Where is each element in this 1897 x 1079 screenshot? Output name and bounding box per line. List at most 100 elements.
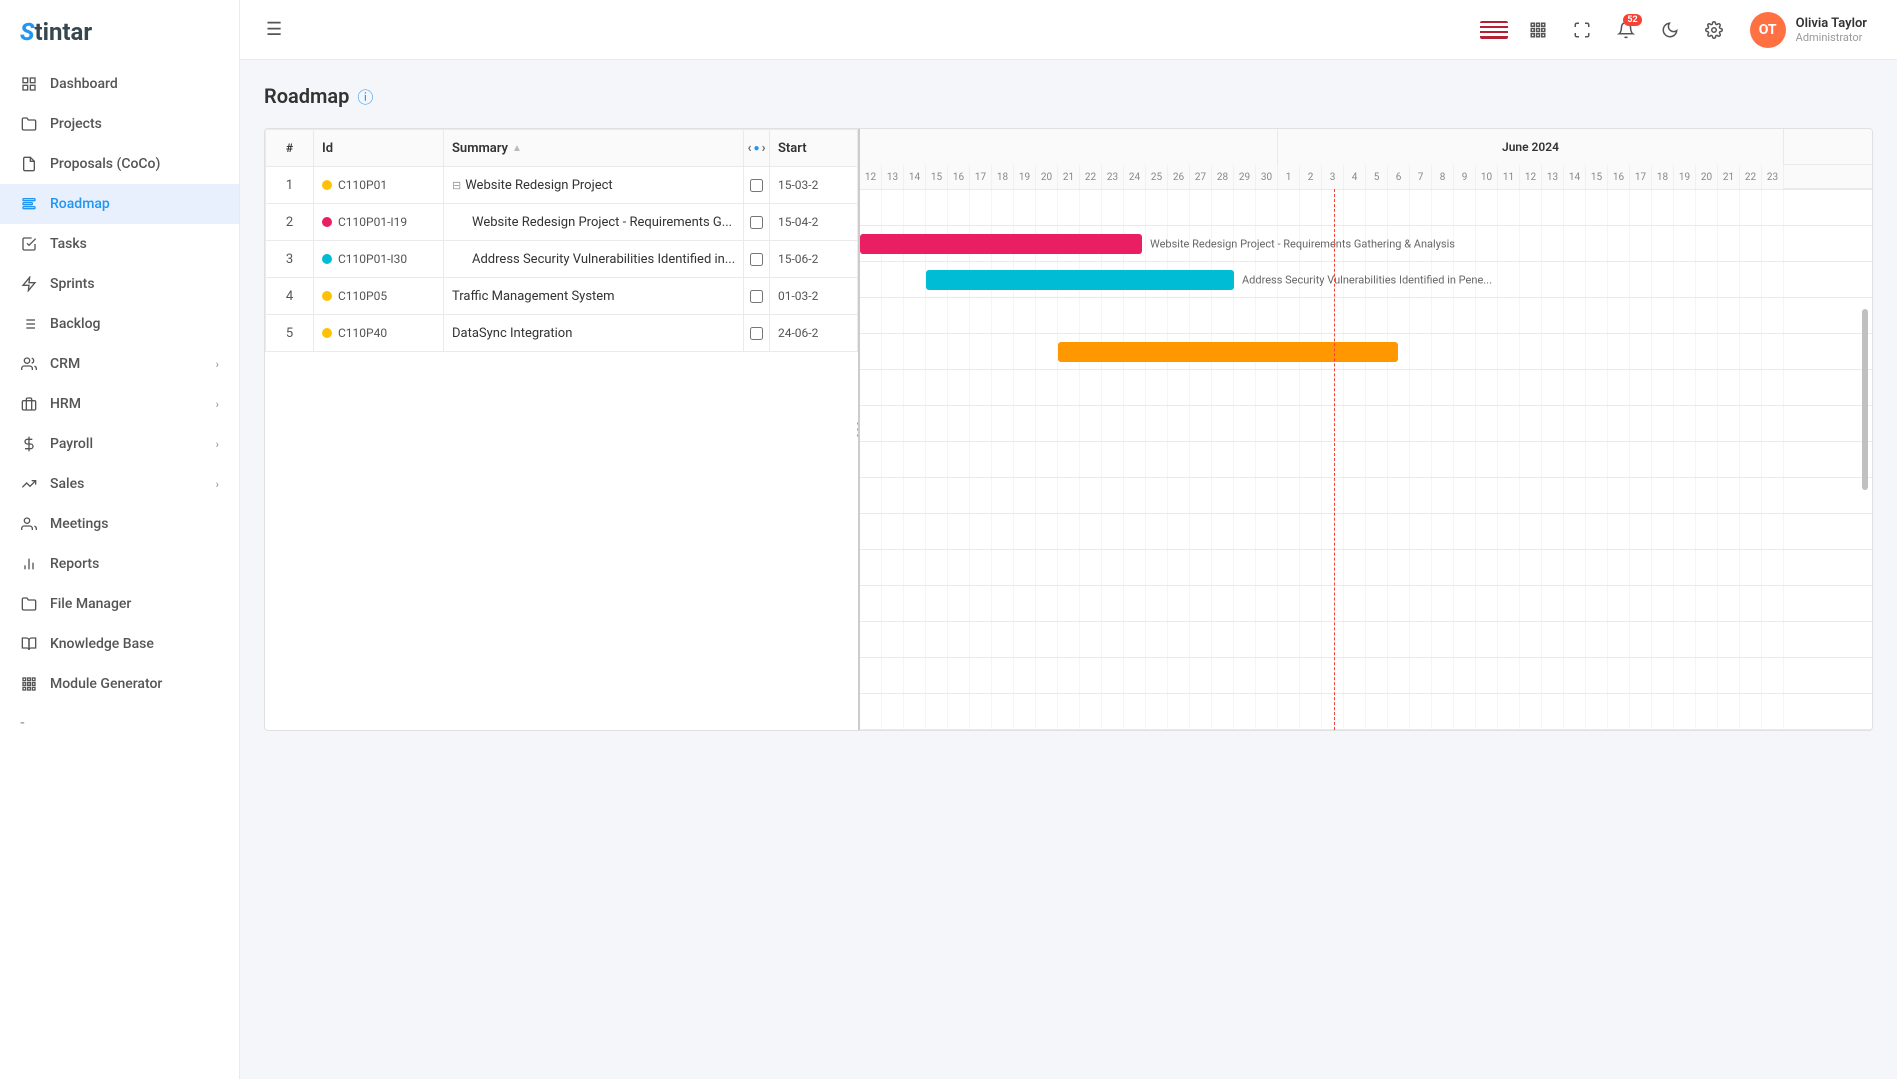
row-checkbox[interactable] <box>750 290 763 303</box>
day-header-cell: 15 <box>926 165 948 189</box>
row-checkbox[interactable] <box>750 253 763 266</box>
day-header-cell: 6 <box>1388 165 1410 189</box>
gantt-day-bg <box>1542 298 1564 333</box>
info-icon[interactable]: ⓘ <box>357 84 373 108</box>
gantt-day-bg <box>1080 190 1102 225</box>
sales-icon <box>20 475 38 493</box>
collapse-icon[interactable]: ⊟ <box>452 179 461 192</box>
settings-button[interactable] <box>1696 12 1732 48</box>
dark-mode-toggle[interactable] <box>1652 12 1688 48</box>
expand-button[interactable] <box>1564 12 1600 48</box>
sidebar-item-crm[interactable]: CRM › <box>0 344 239 384</box>
gantt-day-bg <box>1190 622 1212 657</box>
scrollbar-indicator[interactable] <box>1862 309 1868 489</box>
gantt-day-bg <box>1410 190 1432 225</box>
row-checkbox[interactable] <box>750 179 763 192</box>
cell-row-checkbox[interactable] <box>744 315 770 352</box>
sidebar-item-backlog[interactable]: Backlog <box>0 304 239 344</box>
gantt-day-bg <box>1740 334 1762 369</box>
menu-toggle-button[interactable]: ☰ <box>260 13 288 46</box>
gantt-day-bg <box>882 190 904 225</box>
status-dot <box>322 217 332 227</box>
sidebar-item-payroll[interactable]: Payroll › <box>0 424 239 464</box>
gantt-day-bg <box>970 478 992 513</box>
page-title: Roadmap <box>264 84 349 108</box>
sidebar-item-roadmap[interactable]: Roadmap <box>0 184 239 224</box>
cell-row-checkbox[interactable] <box>744 167 770 204</box>
gantt-day-bg <box>1014 298 1036 333</box>
gantt-day-bg <box>1190 190 1212 225</box>
gantt-row: Address Security Vulnerabilities Identif… <box>860 262 1872 298</box>
sidebar-item-sprints[interactable]: Sprints <box>0 264 239 304</box>
gantt-day-bg <box>882 442 904 477</box>
row-checkbox[interactable] <box>750 216 763 229</box>
gantt-day-bg <box>1740 370 1762 405</box>
gantt-day-bg <box>1542 406 1564 441</box>
nav-center-button[interactable]: ● <box>754 143 760 154</box>
sidebar-item-meetings[interactable]: Meetings <box>0 504 239 544</box>
gantt-day-bg <box>1300 478 1322 513</box>
gantt-day-bg <box>1564 226 1586 261</box>
gantt-day-bg <box>1190 514 1212 549</box>
sidebar-item-sales[interactable]: Sales › <box>0 464 239 504</box>
apps-grid-button[interactable] <box>1520 12 1556 48</box>
sidebar-item-tasks[interactable]: Tasks <box>0 224 239 264</box>
sidebar-item-dashboard[interactable]: Dashboard <box>0 64 239 104</box>
gantt-day-bg <box>992 298 1014 333</box>
gantt-day-bg <box>1212 694 1234 729</box>
gantt-day-bg <box>1498 622 1520 657</box>
gantt-day-bg <box>1300 622 1322 657</box>
gantt-day-bg <box>1608 298 1630 333</box>
gantt-day-bg <box>1080 658 1102 693</box>
gantt-day-bg <box>1454 622 1476 657</box>
sidebar-item-proposals[interactable]: Proposals (CoCo) <box>0 144 239 184</box>
sidebar-item-projects[interactable]: Projects <box>0 104 239 144</box>
gantt-day-bg <box>1542 658 1564 693</box>
gantt-day-bg <box>1674 694 1696 729</box>
gantt-day-bg <box>1762 478 1784 513</box>
language-selector[interactable] <box>1476 12 1512 48</box>
gantt-day-bg <box>1630 370 1652 405</box>
gantt-day-bg <box>1498 514 1520 549</box>
sidebar-item-hrm[interactable]: HRM › <box>0 384 239 424</box>
gantt-day-bg <box>1608 550 1630 585</box>
user-profile-button[interactable]: OT Olivia Taylor Administrator <box>1740 6 1877 54</box>
gantt-day-bg <box>1234 694 1256 729</box>
cell-row-checkbox[interactable] <box>744 241 770 278</box>
gantt-day-bg <box>1080 694 1102 729</box>
gantt-day-bg <box>1696 658 1718 693</box>
gantt-day-bg <box>1190 298 1212 333</box>
gantt-day-bg <box>1014 190 1036 225</box>
gantt-day-bg <box>970 190 992 225</box>
gantt-day-bg <box>1300 442 1322 477</box>
gantt-day-bg <box>970 694 992 729</box>
gantt-day-bg <box>1366 370 1388 405</box>
gantt-day-bg <box>926 514 948 549</box>
gantt-day-bg <box>1718 334 1740 369</box>
notifications-button[interactable]: 52 <box>1608 12 1644 48</box>
gantt-day-bg <box>1388 550 1410 585</box>
gantt-day-bg <box>1014 586 1036 621</box>
gantt-day-bg <box>1630 514 1652 549</box>
status-dot <box>322 180 332 190</box>
cell-row-checkbox[interactable] <box>744 204 770 241</box>
gantt-day-bg <box>860 550 882 585</box>
gantt-day-bg <box>1256 370 1278 405</box>
nav-prev-button[interactable]: ‹ <box>747 141 751 156</box>
sidebar-item-modulegenerator[interactable]: Module Generator <box>0 664 239 704</box>
gantt-day-bg <box>1256 694 1278 729</box>
sidebar-item-more[interactable]: - <box>0 704 239 742</box>
cell-row-summary: ⊟Website Redesign Project <box>444 167 744 204</box>
nav-next-button[interactable]: › <box>762 141 766 156</box>
sidebar-item-filemanager[interactable]: File Manager <box>0 584 239 624</box>
cell-row-checkbox[interactable] <box>744 278 770 315</box>
gantt-day-bg <box>1124 190 1146 225</box>
sidebar-item-reports[interactable]: Reports <box>0 544 239 584</box>
row-checkbox[interactable] <box>750 327 763 340</box>
gantt-day-bg <box>1542 622 1564 657</box>
gantt-day-bg <box>992 586 1014 621</box>
day-header-cell: 15 <box>1586 165 1608 189</box>
sidebar-item-knowledgebase[interactable]: Knowledge Base <box>0 624 239 664</box>
gantt-day-bg <box>1058 298 1080 333</box>
cell-row-summary: Traffic Management System <box>444 278 744 315</box>
